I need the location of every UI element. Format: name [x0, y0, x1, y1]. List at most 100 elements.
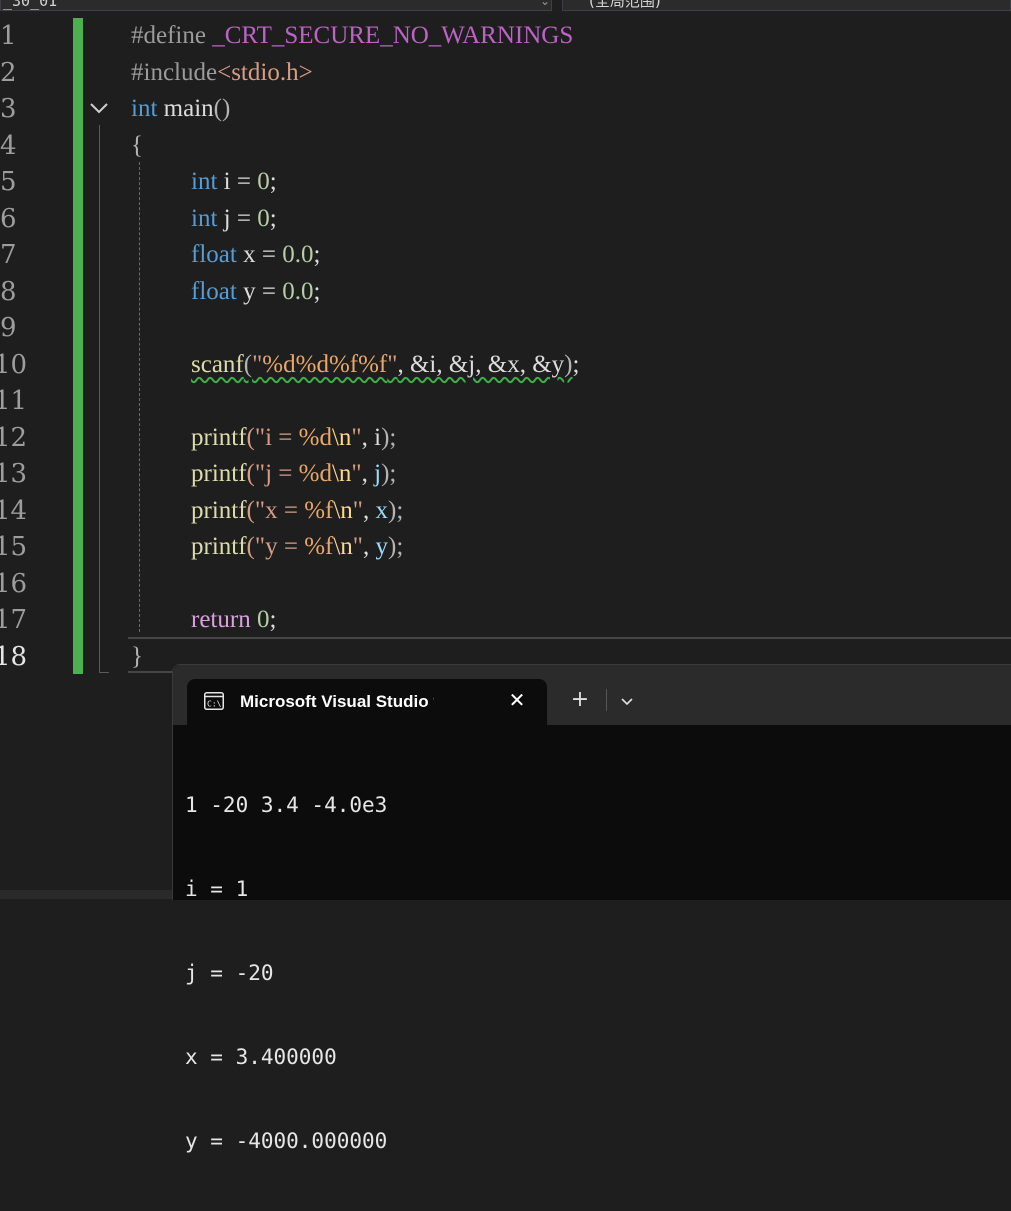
punctuation: );: [388, 533, 404, 560]
variable: x: [243, 241, 256, 268]
keyword: float: [191, 277, 237, 305]
variable: j: [223, 204, 231, 232]
operator: =: [236, 168, 251, 195]
comma: ,: [363, 496, 376, 524]
code-line: 9: [0, 310, 1011, 347]
keyword: int: [191, 204, 218, 232]
code-line: 14 printf("x = %f\n", x);: [0, 493, 1011, 530]
chevron-down-icon[interactable]: [615, 689, 639, 713]
string-close: ": [352, 533, 364, 560]
format-specifier: %d%d%f%f: [262, 350, 388, 378]
comma: ,: [363, 533, 376, 560]
code-editor[interactable]: 1 #define _CRT_SECURE_NO_WARNINGS 2 #inc…: [0, 18, 1011, 678]
punctuation: (): [213, 95, 231, 122]
escape-sequence: \n: [333, 533, 353, 560]
code-line: 12 printf("i = %d\n", i);: [0, 420, 1011, 457]
line-number: 18: [0, 641, 28, 672]
console-line: 1 -20 3.4 -4.0e3: [185, 793, 388, 817]
code-line: 2 #include<stdio.h>: [0, 55, 1011, 92]
top-navigation-bar: _30_01 ⌄ (全局范围): [0, 0, 1011, 14]
function-call: printf: [191, 496, 247, 524]
variable: y: [243, 277, 256, 305]
function-call: printf: [191, 423, 247, 451]
plus-icon[interactable]: +: [567, 687, 593, 713]
semicolon: ;: [572, 350, 580, 378]
string-text: y =: [265, 533, 305, 560]
scope-dropdown[interactable]: (全局范围): [562, 0, 1011, 11]
macro-name: _CRT_SECURE_NO_WARNINGS: [212, 22, 574, 49]
string-open: (": [246, 496, 266, 524]
escape-sequence: \n: [333, 496, 353, 524]
semicolon: ;: [269, 606, 277, 633]
line-number: 16: [0, 568, 28, 599]
line-number: 4: [0, 130, 17, 161]
code-line: 1 #define _CRT_SECURE_NO_WARNINGS: [0, 18, 1011, 55]
warning-squiggle[interactable]: scanf("%d%d%f%f", &i, &j, &x, &y): [191, 351, 572, 378]
open-brace: {: [131, 131, 143, 159]
string-close: ": [351, 423, 362, 451]
string-text: i =: [265, 423, 299, 451]
argument: y: [375, 533, 389, 560]
close-icon[interactable]: ✕: [505, 688, 529, 712]
string-open: (": [246, 533, 266, 560]
project-dropdown[interactable]: _30_01: [0, 0, 552, 11]
code-line: 13 printf("j = %d\n", j);: [0, 456, 1011, 493]
string-open: (": [246, 460, 266, 487]
line-number: 15: [0, 532, 28, 562]
code-line: 11: [0, 383, 1011, 420]
terminal-tab[interactable]: C:\ Microsoft Visual Studio 调试控制台 ✕: [187, 679, 547, 725]
number-literal: 0: [257, 168, 270, 195]
project-dropdown-label: _30_01: [3, 0, 58, 10]
line-number: 10: [0, 349, 28, 380]
terminal-tab-strip: C:\ Microsoft Visual Studio 调试控制台 ✕ +: [173, 665, 1011, 725]
format-specifier: %f: [304, 533, 334, 560]
scope-dropdown-label: (全局范围): [589, 0, 661, 10]
terminal-icon: C:\: [204, 692, 224, 710]
preprocessor-directive: #define: [131, 22, 206, 49]
preprocessor-directive: #include: [131, 58, 218, 86]
argument: x: [375, 496, 389, 524]
line-number: 12: [0, 422, 28, 453]
status-strip: [0, 890, 172, 899]
format-specifier: %d: [298, 460, 332, 487]
operator: =: [261, 277, 276, 305]
keyword: int: [131, 95, 158, 122]
arguments: , &i, &j, &x, &y: [397, 350, 565, 378]
chevron-down-icon[interactable]: ⌄: [540, 0, 550, 8]
line-number: 8: [0, 276, 17, 307]
punctuation: );: [381, 460, 397, 487]
console-line: j = -20: [185, 961, 274, 985]
semicolon: ;: [313, 277, 321, 305]
debug-console-window[interactable]: C:\ Microsoft Visual Studio 调试控制台 ✕ + 1 …: [172, 664, 1011, 1153]
line-number: 14: [0, 495, 28, 526]
semicolon: ;: [313, 241, 321, 268]
line-number: 3: [0, 94, 17, 124]
terminal-tab-title: Microsoft Visual Studio 调试控制台: [240, 692, 434, 711]
line-number: 13: [0, 459, 28, 489]
punctuation: (: [243, 350, 253, 378]
string-close: ": [352, 496, 364, 524]
number-literal: 0.0: [282, 241, 314, 268]
code-line: 3 int main(): [0, 91, 1011, 128]
function-name: main: [163, 95, 214, 122]
console-line: x = 3.400000: [185, 1045, 337, 1069]
operator: =: [236, 204, 251, 232]
number-literal: 0: [256, 606, 270, 633]
console-output[interactable]: 1 -20 3.4 -4.0e3 i = 1 j = -20 x = 3.400…: [185, 735, 1005, 1211]
function-call: printf: [191, 460, 247, 487]
code-line: 10 scanf("%d%d%f%f", &i, &j, &x, &y);: [0, 347, 1011, 384]
code-line: 17 return 0;: [0, 602, 1011, 639]
escape-sequence: \n: [331, 460, 352, 487]
number-literal: 0.0: [282, 277, 314, 305]
line-number: 5: [0, 167, 17, 197]
include-header: <stdio.h>: [217, 58, 313, 86]
code-line: 5 int i = 0;: [0, 164, 1011, 201]
console-line: y = -4000.000000: [185, 1129, 388, 1153]
line-number: 1: [0, 21, 17, 51]
keyword: return: [191, 606, 251, 633]
string-quote: ": [252, 350, 263, 378]
string-text: x =: [265, 496, 305, 524]
line-number: 9: [0, 313, 17, 343]
punctuation: );: [388, 496, 404, 524]
line-number: 7: [0, 240, 17, 270]
